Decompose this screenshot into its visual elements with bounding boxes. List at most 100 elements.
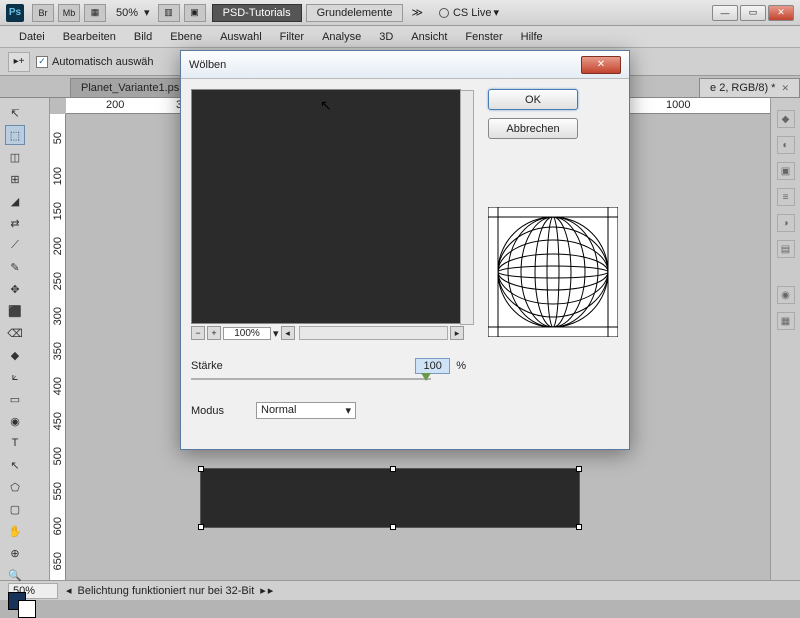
filter-preview[interactable] bbox=[191, 89, 461, 324]
workspace-tab-psd-tutorials[interactable]: PSD-Tutorials bbox=[212, 4, 302, 22]
tool-type[interactable]: T bbox=[5, 433, 25, 453]
preview-scroll-horizontal[interactable] bbox=[299, 326, 448, 340]
panel-mask-icon[interactable]: ◑ bbox=[777, 214, 795, 232]
preview-zoom-controls: − + 100% ▾ ◂ ▸ bbox=[191, 326, 466, 340]
tool-eraser[interactable]: ⌫ bbox=[5, 323, 25, 343]
workspace-tab-grundelemente[interactable]: Grundelemente bbox=[306, 4, 404, 22]
menu-ebene[interactable]: Ebene bbox=[161, 31, 211, 43]
tool-eyedropper[interactable]: ⇄ bbox=[5, 213, 25, 233]
photoshop-logo-icon: Ps bbox=[6, 4, 24, 22]
top-button-arrange[interactable]: ▥ bbox=[158, 4, 180, 22]
status-bar: 50% ◂ Belichtung funktioniert nur bei 32… bbox=[0, 580, 800, 600]
tool-stamp[interactable]: ✥ bbox=[5, 279, 25, 299]
tool-hand[interactable]: ✋ bbox=[5, 521, 25, 541]
menu-ansicht[interactable]: Ansicht bbox=[402, 31, 456, 43]
tool-zoom[interactable]: 🔍 bbox=[5, 565, 25, 585]
top-button-mb[interactable]: Mb bbox=[58, 4, 80, 22]
panel-styles-icon[interactable]: ▣ bbox=[777, 162, 795, 180]
transform-handle[interactable] bbox=[198, 466, 204, 472]
right-panels: ◆ ◐ ▣ ≡ ◑ ▤ ◉ ▦ bbox=[770, 98, 800, 580]
transform-handle[interactable] bbox=[576, 524, 582, 530]
background-color-swatch[interactable] bbox=[18, 600, 36, 618]
auto-select-label: Automatisch auswäh bbox=[52, 56, 154, 68]
menu-bearbeiten[interactable]: Bearbeiten bbox=[54, 31, 125, 43]
preview-zoom-value[interactable]: 100% bbox=[223, 327, 271, 340]
menu-bild[interactable]: Bild bbox=[125, 31, 161, 43]
document-tab-1[interactable]: Planet_Variante1.ps bbox=[70, 78, 190, 97]
panel-layers-icon[interactable]: ▤ bbox=[777, 240, 795, 258]
status-message: Belichtung funktioniert nur bei 32-Bit bbox=[78, 585, 255, 597]
tool-shape[interactable]: ⬠ bbox=[5, 477, 25, 497]
scroll-left-button[interactable]: ◂ bbox=[281, 326, 295, 340]
transform-handle[interactable] bbox=[198, 524, 204, 530]
menu-filter[interactable]: Filter bbox=[271, 31, 313, 43]
menu-fenster[interactable]: Fenster bbox=[456, 31, 511, 43]
window-minimize-button[interactable]: — bbox=[712, 5, 738, 21]
close-icon[interactable]: ✕ bbox=[781, 83, 789, 94]
tool-healing[interactable]: ⟋ bbox=[5, 235, 25, 255]
mode-select[interactable]: Normal ▾ bbox=[256, 402, 356, 419]
strength-slider[interactable] bbox=[191, 378, 431, 380]
ok-button[interactable]: OK bbox=[488, 89, 578, 110]
workspace-overflow-icon[interactable]: ≫ bbox=[411, 6, 423, 19]
zoom-level-select[interactable]: 50% bbox=[116, 7, 138, 19]
tool-gradient[interactable]: ◆ bbox=[5, 345, 25, 365]
zoom-out-button[interactable]: − bbox=[191, 326, 205, 340]
tool-lasso[interactable]: ◫ bbox=[5, 147, 25, 167]
tool-history[interactable]: ⬛ bbox=[5, 301, 25, 321]
cs-live-icon bbox=[439, 8, 449, 18]
dialog-titlebar[interactable]: Wölben ✕ bbox=[181, 51, 629, 79]
panel-history-icon[interactable]: ◉ bbox=[777, 286, 795, 304]
document-tab-2[interactable]: e 2, RGB/8) * ✕ bbox=[699, 78, 800, 97]
tool-blur[interactable]: ⟀ bbox=[5, 367, 25, 387]
panel-color-icon[interactable]: ◆ bbox=[777, 110, 795, 128]
auto-select-checkbox[interactable]: ✓ bbox=[36, 56, 48, 68]
tool-rotate[interactable]: ⊕ bbox=[5, 543, 25, 563]
menu-auswahl[interactable]: Auswahl bbox=[211, 31, 271, 43]
menu-bar: Datei Bearbeiten Bild Ebene Auswahl Filt… bbox=[0, 26, 800, 48]
status-arrow-left-icon[interactable]: ◂ bbox=[66, 584, 72, 597]
spherize-grid-icon bbox=[488, 207, 618, 337]
status-arrow-right-icon[interactable]: ▸ bbox=[260, 584, 266, 597]
tools-panel: ↸ ⬚ ◫ ⊞ ◢ ⇄ ⟋ ✎ ✥ ⬛ ⌫ ◆ ⟀ ▭ ◉ T ↖ ⬠ ▢ ✋ … bbox=[0, 98, 50, 580]
menu-datei[interactable]: Datei bbox=[10, 31, 54, 43]
strength-input[interactable]: 100 bbox=[415, 358, 450, 374]
window-close-button[interactable]: ✕ bbox=[768, 5, 794, 21]
top-button-br[interactable]: Br bbox=[32, 4, 54, 22]
spherize-dialog: Wölben ✕ − + 100% ▾ ◂ ▸ Stärke 100 % bbox=[180, 50, 630, 450]
tool-pen[interactable]: ◉ bbox=[5, 411, 25, 431]
dialog-close-button[interactable]: ✕ bbox=[581, 56, 621, 74]
tool-move[interactable]: ↸ bbox=[5, 103, 25, 123]
tool-dodge[interactable]: ▭ bbox=[5, 389, 25, 409]
chevron-down-icon[interactable]: ▾ bbox=[273, 327, 279, 340]
transform-handle[interactable] bbox=[576, 466, 582, 472]
tool-path[interactable]: ↖ bbox=[5, 455, 25, 475]
tool-marquee[interactable]: ⬚ bbox=[5, 125, 25, 145]
strength-unit: % bbox=[456, 360, 466, 372]
cs-live-button[interactable]: CS Live▾ bbox=[439, 6, 499, 19]
scroll-right-button[interactable]: ▸ bbox=[450, 326, 464, 340]
move-tool-icon[interactable]: ▸+ bbox=[8, 52, 30, 72]
slider-thumb[interactable] bbox=[421, 373, 431, 381]
top-button-layout[interactable]: ▦ bbox=[84, 4, 106, 22]
panel-adjust-icon[interactable]: ≡ bbox=[777, 188, 795, 206]
canvas-image[interactable] bbox=[200, 468, 580, 528]
transform-handle[interactable] bbox=[390, 466, 396, 472]
cancel-button[interactable]: Abbrechen bbox=[488, 118, 578, 139]
tool-brush[interactable]: ✎ bbox=[5, 257, 25, 277]
status-menu-icon[interactable]: ▸ bbox=[268, 584, 274, 597]
panel-actions-icon[interactable]: ▦ bbox=[777, 312, 795, 330]
tool-quickselect[interactable]: ⊞ bbox=[5, 169, 25, 189]
menu-analyse[interactable]: Analyse bbox=[313, 31, 370, 43]
tool-3d[interactable]: ▢ bbox=[5, 499, 25, 519]
top-button-screen[interactable]: ▣ bbox=[184, 4, 206, 22]
menu-3d[interactable]: 3D bbox=[370, 31, 402, 43]
transform-handle[interactable] bbox=[390, 524, 396, 530]
preview-scroll-vertical[interactable] bbox=[460, 90, 474, 325]
menu-hilfe[interactable]: Hilfe bbox=[512, 31, 552, 43]
zoom-in-button[interactable]: + bbox=[207, 326, 221, 340]
window-maximize-button[interactable]: ▭ bbox=[740, 5, 766, 21]
tool-crop[interactable]: ◢ bbox=[5, 191, 25, 211]
strength-label: Stärke bbox=[191, 360, 256, 372]
panel-swatches-icon[interactable]: ◐ bbox=[777, 136, 795, 154]
